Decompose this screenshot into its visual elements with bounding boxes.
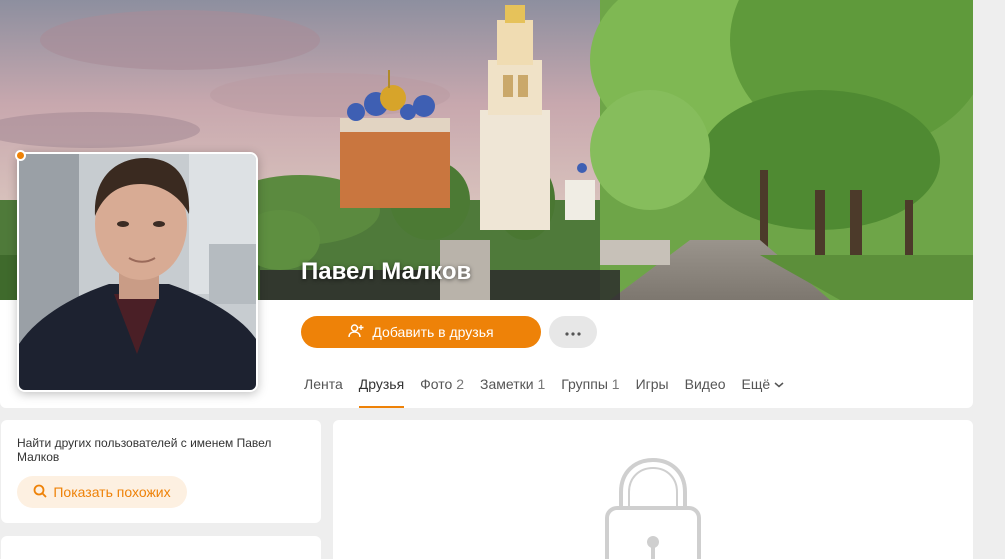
profile-page: Павел Малков Добавить в друзья Лента Дру… (0, 0, 1005, 559)
tab-count: 1 (611, 376, 620, 392)
tab-count: 2 (456, 376, 465, 392)
more-actions-button[interactable] (549, 316, 597, 348)
tab-label: Видео (684, 376, 726, 392)
add-friend-button[interactable]: Добавить в друзья (301, 316, 541, 348)
tab-label: Игры (635, 376, 669, 392)
find-similar-card: Найти других пользователей с именем Паве… (1, 420, 321, 523)
sidebar-card (1, 536, 321, 559)
profile-tabs: Лента Друзья Фото 2 Заметки 1 Группы 1 И… (304, 372, 800, 408)
avatar-image (19, 154, 256, 390)
tab-label: Фото (420, 376, 453, 392)
tab-label: Ещё (741, 376, 771, 392)
show-similar-label: Показать похожих (53, 484, 171, 500)
avatar[interactable] (17, 152, 258, 392)
tab-label: Группы (561, 376, 608, 392)
chevron-down-icon (774, 376, 784, 393)
tab-friends[interactable]: Друзья (358, 372, 405, 408)
online-status-dot (15, 150, 26, 161)
search-icon (33, 484, 47, 501)
add-friend-label: Добавить в друзья (372, 324, 494, 340)
lock-icon (603, 457, 703, 559)
tab-groups[interactable]: Группы 1 (561, 372, 619, 408)
add-user-icon (348, 323, 364, 342)
tab-video[interactable]: Видео (685, 372, 726, 408)
tab-feed[interactable]: Лента (304, 372, 343, 408)
show-similar-button[interactable]: Показать похожих (17, 476, 187, 508)
tab-label: Заметки (480, 376, 534, 392)
friends-content-card (333, 420, 973, 559)
find-users-text: Найти других пользователей с именем Паве… (17, 436, 272, 464)
more-dots-icon (565, 323, 581, 341)
profile-name: Павел Малков (301, 258, 472, 285)
tab-more[interactable]: Ещё (742, 372, 785, 408)
tab-photos[interactable]: Фото 2 (420, 372, 464, 408)
tab-label: Друзья (358, 376, 405, 392)
tab-notes[interactable]: Заметки 1 (480, 372, 545, 408)
tab-count: 1 (537, 376, 546, 392)
tab-games[interactable]: Игры (636, 372, 669, 408)
tab-label: Лента (304, 376, 343, 392)
